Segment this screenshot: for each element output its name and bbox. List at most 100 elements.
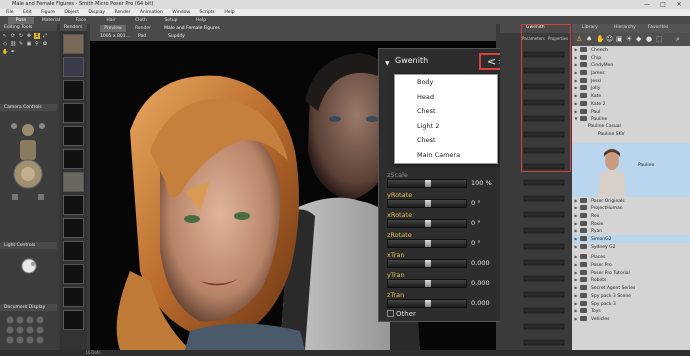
actor-title[interactable]: Gwenith xyxy=(395,56,428,65)
list-item[interactable]: ▶ Paul xyxy=(572,108,690,116)
render-thumbnail[interactable] xyxy=(63,57,84,77)
list-item[interactable]: ▶ Ryan xyxy=(572,227,690,235)
minimize-button[interactable]: — xyxy=(640,0,654,9)
dropdown-item[interactable]: Light 2 xyxy=(395,119,497,134)
camera-category-icon[interactable]: ▣ xyxy=(616,35,623,43)
param-value-zscale[interactable]: 100 % xyxy=(471,179,492,187)
figures-category-icon[interactable]: ♙ xyxy=(576,35,582,43)
morph-brush-tool-icon[interactable]: ✿ xyxy=(42,41,48,47)
param-value-yrotate[interactable]: 0 ° xyxy=(471,199,480,207)
render-thumbnail[interactable] xyxy=(63,264,84,284)
list-item[interactable]: ▶ Jolly xyxy=(572,84,690,92)
dropdown-item[interactable]: Chest xyxy=(395,133,497,148)
room-tab-material[interactable]: Material xyxy=(38,17,64,24)
list-item[interactable]: ▶ Rex xyxy=(572,212,690,220)
select-tool-icon[interactable]: ↖ xyxy=(2,33,8,39)
render-thumbnail[interactable] xyxy=(63,126,84,146)
param-value-ztran[interactable]: 0.000 xyxy=(471,299,490,307)
param-dial-xtran[interactable] xyxy=(387,259,467,268)
checkbox-icon[interactable] xyxy=(387,310,394,317)
param-dial-ztran[interactable] xyxy=(387,299,467,308)
list-item[interactable]: ▶ Poser Pro Tutorial xyxy=(572,269,690,277)
pauline-preview-thumbnail[interactable]: Pauline xyxy=(572,142,690,197)
list-item[interactable]: Pauline SKV xyxy=(572,131,690,143)
param-value-zrotate[interactable]: 0 ° xyxy=(471,239,480,247)
translate-tool-icon[interactable]: ✥ xyxy=(26,33,32,39)
dropdown-item[interactable]: Body xyxy=(395,75,497,90)
render-thumbnail[interactable] xyxy=(63,287,84,307)
room-tab-pose[interactable]: Pose xyxy=(8,17,34,24)
list-item[interactable]: ▶ SimonG2 xyxy=(572,235,690,243)
list-item[interactable]: ▶ ProjectHuman xyxy=(572,204,690,212)
render-thumbnail[interactable] xyxy=(63,103,84,123)
list-item[interactable]: ▶ Cheech xyxy=(572,46,690,54)
list-item[interactable]: ▶ Chip xyxy=(572,54,690,62)
room-tab-cloth[interactable]: Cloth xyxy=(128,17,154,24)
list-item[interactable]: ▶ Spy pack 3 xyxy=(572,300,690,308)
room-tab-face[interactable]: Face xyxy=(68,17,94,24)
grouping-tool-icon[interactable]: ▣ xyxy=(26,41,32,47)
menu-figure[interactable]: Figure xyxy=(41,10,55,15)
param-value-xtran[interactable]: 0.000 xyxy=(471,259,490,267)
render-thumbnail[interactable] xyxy=(63,172,84,192)
render-thumbnail[interactable] xyxy=(63,34,84,54)
list-item[interactable]: ▶ Poser Originals xyxy=(572,197,690,205)
param-dial-yrotate[interactable] xyxy=(387,199,467,208)
tab-render[interactable]: Render xyxy=(130,25,156,32)
menu-object[interactable]: Object xyxy=(64,10,79,15)
list-item[interactable]: ▶ Robots xyxy=(572,276,690,284)
render-thumbnail[interactable] xyxy=(63,310,84,330)
render-thumbnail[interactable] xyxy=(63,80,84,100)
direct-manipulation-tool-icon[interactable]: ✋ xyxy=(2,49,8,55)
list-item[interactable]: ▶ CindyMen xyxy=(572,61,690,69)
render-thumbnail[interactable] xyxy=(63,241,84,261)
close-button[interactable]: ✕ xyxy=(672,0,686,9)
other-group-toggle[interactable]: Other xyxy=(387,310,416,318)
list-item[interactable]: ▶ Vehicles xyxy=(572,315,690,323)
list-item[interactable]: ▶ Kate 2 xyxy=(572,100,690,108)
taper-tool-icon[interactable]: ◇ xyxy=(2,41,8,47)
room-tab-setup[interactable]: Setup xyxy=(158,17,184,24)
tab-hierarchy[interactable]: Hierarchy xyxy=(614,25,636,30)
menu-file[interactable]: File xyxy=(6,10,14,15)
list-item[interactable]: ▼ Pauline xyxy=(572,115,690,123)
list-item[interactable]: ▶ Secret Agent Series xyxy=(572,284,690,292)
menu-help[interactable]: Help xyxy=(224,10,234,15)
list-item[interactable]: Pauline Casual xyxy=(572,123,690,131)
list-item[interactable]: ▶ Jessi xyxy=(572,77,690,85)
view-magnifier-tool-icon[interactable]: ⚲ xyxy=(34,41,40,47)
room-tab-help[interactable]: Help xyxy=(188,17,214,24)
list-item[interactable]: ▶ Spy pack 3 Scene xyxy=(572,292,690,300)
view-menu[interactable]: Sup4ify xyxy=(168,33,185,40)
menu-render[interactable]: Render xyxy=(114,10,130,15)
render-thumbnail[interactable] xyxy=(63,149,84,169)
render-thumbnail[interactable] xyxy=(63,195,84,215)
list-item[interactable]: ▶ James xyxy=(572,69,690,77)
menu-window[interactable]: Window xyxy=(172,10,190,15)
render-thumbnail[interactable] xyxy=(63,218,84,238)
dropdown-item[interactable]: Main Camera xyxy=(395,148,497,163)
menu-display[interactable]: Display xyxy=(88,10,105,15)
light-control-icon[interactable] xyxy=(18,256,40,276)
display-style-grid[interactable] xyxy=(4,314,54,354)
camera-controls-widget[interactable] xyxy=(6,116,50,226)
paint-tool-icon[interactable]: ✒ xyxy=(10,49,16,55)
room-tab-hair[interactable]: Hair xyxy=(98,17,124,24)
props-category-icon[interactable]: ◆ xyxy=(636,35,641,43)
rotate-tool-icon[interactable]: ⟳ xyxy=(10,33,16,39)
dropdown-item[interactable]: Chest xyxy=(395,104,497,119)
twist-tool-icon[interactable]: ↻ xyxy=(18,33,24,39)
menu-edit[interactable]: Edit xyxy=(23,10,32,15)
list-item[interactable]: ▶ Sydney G2 xyxy=(572,243,690,251)
expression-category-icon[interactable]: ☺ xyxy=(606,35,613,43)
param-value-ytran[interactable]: 0.000 xyxy=(471,279,490,287)
tab-preview[interactable]: Preview xyxy=(100,25,126,32)
param-dial-ytran[interactable] xyxy=(387,279,467,288)
hair-category-icon[interactable]: ♠ xyxy=(586,35,592,43)
param-dial-xrotate[interactable] xyxy=(387,219,467,228)
dropdown-item[interactable]: Head xyxy=(395,90,497,105)
light-category-icon[interactable]: ☀ xyxy=(626,35,632,43)
back-arrow-icon[interactable]: < xyxy=(487,55,496,68)
list-item[interactable]: ▶ Poser Pro xyxy=(572,261,690,269)
tab-library[interactable]: Library xyxy=(582,25,598,30)
